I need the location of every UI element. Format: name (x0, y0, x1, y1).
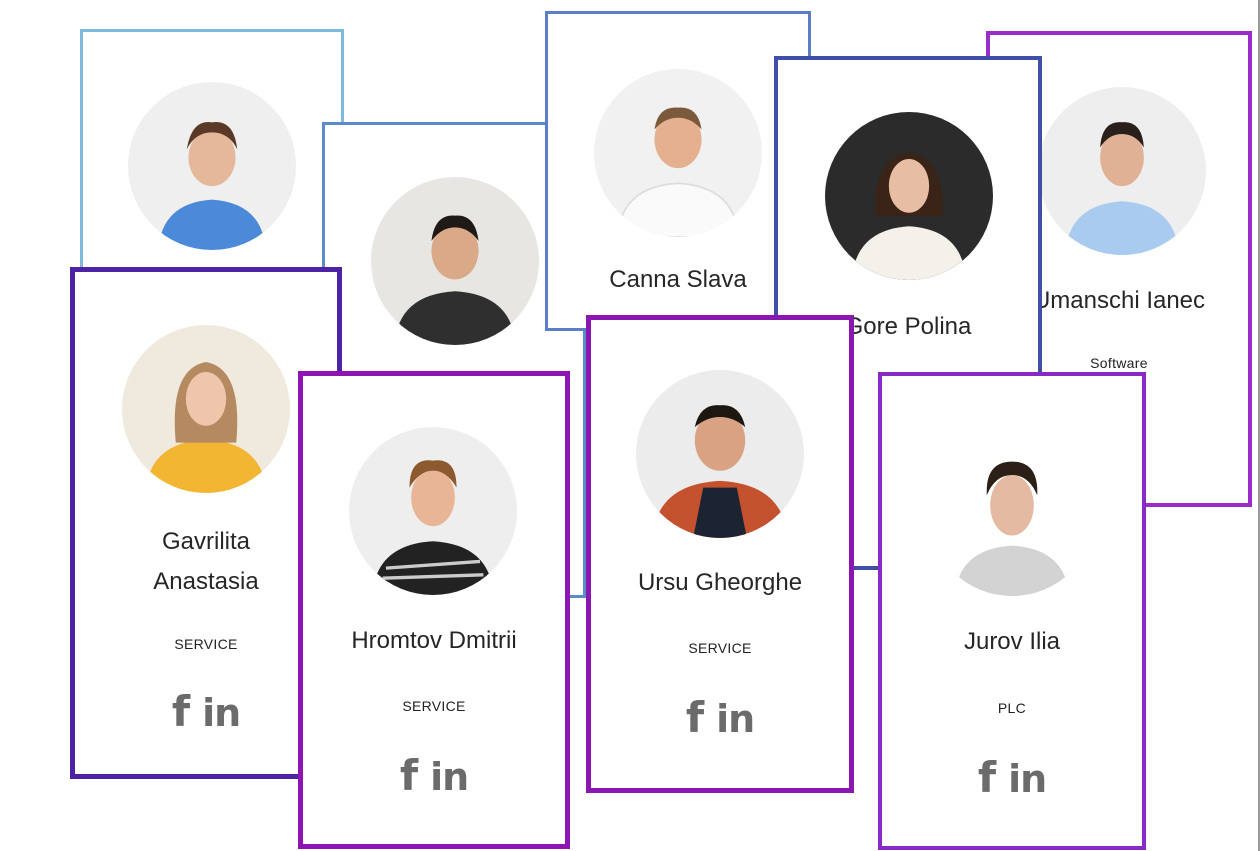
member-department: SERVICE (402, 698, 466, 714)
linkedin-icon[interactable]: in (1008, 759, 1047, 799)
team-card-2: Canna Slava (545, 11, 811, 331)
avatar (371, 177, 539, 345)
facebook-icon[interactable]: f (686, 697, 704, 739)
team-card-7: Ursu Gheorghe SERVICE f in (586, 315, 854, 793)
social-links: f in (303, 755, 565, 798)
member-department: SERVICE (688, 640, 752, 656)
linkedin-icon[interactable]: in (716, 699, 755, 739)
avatar (128, 82, 296, 250)
avatar (636, 370, 804, 538)
social-links: f in (591, 697, 849, 740)
facebook-icon[interactable]: f (978, 757, 996, 799)
member-department: PLC (997, 700, 1027, 716)
avatar (1038, 87, 1206, 255)
avatar (349, 427, 517, 595)
social-links: f in (882, 757, 1142, 800)
member-name: Jurov Ilia (963, 628, 1061, 655)
team-card-6: Hromtov Dmitrii SERVICE f in (298, 371, 570, 849)
member-name: Hromtov Dmitrii (351, 627, 517, 654)
avatar (122, 325, 290, 493)
avatar (928, 428, 1096, 596)
avatar (825, 112, 993, 280)
linkedin-icon[interactable]: in (202, 693, 241, 733)
facebook-icon[interactable]: f (172, 691, 190, 733)
facebook-icon[interactable]: f (400, 755, 418, 797)
avatar (594, 69, 762, 237)
team-card-8: Jurov Ilia PLC f in (878, 372, 1146, 850)
member-name: Canna Slava (609, 266, 747, 293)
linkedin-icon[interactable]: in (430, 757, 469, 797)
member-name: Ursu Gheorghe (637, 569, 803, 596)
